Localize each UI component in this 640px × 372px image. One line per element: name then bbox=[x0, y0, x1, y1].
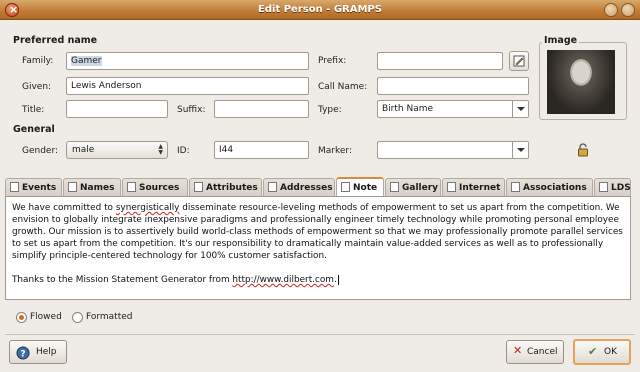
tab-lds[interactable]: LDS bbox=[594, 178, 631, 196]
gender-value: male bbox=[72, 145, 95, 155]
help-icon: ? bbox=[16, 346, 30, 363]
family-label: Family: bbox=[22, 56, 54, 66]
prefix-input[interactable] bbox=[377, 52, 503, 70]
tab-label: LDS bbox=[611, 183, 631, 193]
title-bar: Edit Person - GRAMPS bbox=[0, 0, 640, 20]
tab-label: Associations bbox=[523, 183, 587, 193]
edit-name-button[interactable] bbox=[509, 51, 529, 71]
tab-names[interactable]: Names bbox=[63, 178, 121, 196]
chevron-down-icon bbox=[512, 142, 528, 158]
addresses-icon bbox=[268, 182, 277, 192]
person-photo[interactable] bbox=[547, 50, 615, 114]
updown-icon: ▲ ▼ bbox=[158, 143, 163, 156]
note-paragraph: Thanks to the Mission Statement Generato… bbox=[12, 274, 624, 286]
type-value: Birth Name bbox=[382, 104, 434, 114]
suffix-input[interactable] bbox=[214, 100, 309, 118]
note-text: We have committed to bbox=[12, 203, 116, 213]
edit-name-icon bbox=[513, 55, 525, 67]
tab-label: Internet bbox=[459, 183, 501, 193]
chevron-down-icon bbox=[512, 101, 528, 117]
type-combo[interactable]: Birth Name bbox=[377, 100, 529, 118]
lock-icon bbox=[578, 143, 588, 157]
tab-internet[interactable]: Internet bbox=[442, 178, 505, 196]
flowed-radio[interactable] bbox=[16, 312, 27, 323]
tab-attributes[interactable]: Attributes bbox=[189, 178, 262, 196]
image-heading: Image bbox=[542, 35, 580, 46]
tab-addresses[interactable]: Addresses bbox=[263, 178, 335, 196]
given-input[interactable]: Lewis Anderson bbox=[66, 77, 309, 95]
note-url: http://www.dilbert.com bbox=[232, 275, 334, 285]
gender-label: Gender: bbox=[22, 146, 59, 156]
names-icon bbox=[68, 182, 77, 192]
id-input[interactable]: I44 bbox=[214, 141, 309, 159]
tab-events[interactable]: Events bbox=[5, 178, 62, 196]
notebook-tabs: Events Names Sources Attributes Addresse… bbox=[5, 177, 636, 197]
note-misspelled-word: synergistically bbox=[115, 203, 180, 213]
tab-associations[interactable]: Associations bbox=[506, 178, 593, 196]
ok-button[interactable]: ✔ OK bbox=[573, 339, 631, 365]
tab-label: Attributes bbox=[206, 183, 258, 193]
formatted-radio[interactable] bbox=[72, 312, 83, 323]
tab-label: Addresses bbox=[280, 183, 333, 193]
tab-sources[interactable]: Sources bbox=[122, 178, 188, 196]
family-value: Gamer bbox=[71, 56, 102, 66]
ok-icon: ✔ bbox=[588, 345, 598, 358]
window-maximize-button[interactable] bbox=[621, 3, 635, 17]
text-cursor: ​ bbox=[337, 275, 339, 285]
call-name-label: Call Name: bbox=[318, 82, 368, 92]
formatted-label: Formatted bbox=[86, 312, 133, 322]
prefix-label: Prefix: bbox=[318, 56, 347, 66]
events-icon bbox=[10, 182, 19, 192]
title-label: Title: bbox=[22, 105, 45, 115]
tab-label: Note bbox=[353, 183, 378, 193]
window-title: Edit Person - GRAMPS bbox=[258, 4, 382, 15]
family-input[interactable]: Gamer bbox=[66, 52, 309, 70]
privacy-lock-button[interactable] bbox=[577, 143, 589, 160]
gallery-icon bbox=[390, 182, 399, 192]
help-label: Help bbox=[36, 347, 57, 357]
note-paragraph: We have committed to synergistically dis… bbox=[12, 202, 624, 262]
sources-icon bbox=[127, 182, 136, 192]
tab-gallery[interactable]: Gallery bbox=[385, 178, 441, 196]
tab-label: Events bbox=[22, 183, 57, 193]
lds-icon bbox=[599, 182, 608, 192]
tab-label: Names bbox=[80, 183, 115, 193]
note-text-area[interactable]: We have committed to synergistically dis… bbox=[5, 196, 631, 300]
flowed-label: Flowed bbox=[30, 312, 62, 322]
tab-note[interactable]: Note bbox=[336, 177, 384, 197]
attributes-icon bbox=[194, 182, 203, 192]
preferred-name-heading: Preferred name bbox=[13, 35, 98, 46]
general-heading: General bbox=[13, 124, 55, 135]
ok-label: OK bbox=[604, 347, 617, 357]
cancel-button[interactable]: ✕ Cancel bbox=[506, 340, 564, 364]
internet-icon bbox=[447, 182, 456, 192]
id-label: ID: bbox=[177, 146, 190, 156]
cancel-icon: ✕ bbox=[513, 344, 523, 357]
tab-label: Gallery bbox=[402, 183, 439, 193]
help-button[interactable]: ? Help bbox=[9, 340, 67, 364]
separator bbox=[5, 334, 635, 335]
note-icon bbox=[341, 182, 350, 192]
suffix-label: Suffix: bbox=[177, 105, 206, 115]
tab-label: Sources bbox=[139, 183, 180, 193]
type-label: Type: bbox=[318, 105, 342, 115]
note-text: . bbox=[333, 275, 337, 285]
marker-label: Marker: bbox=[318, 146, 352, 156]
given-label: Given: bbox=[22, 82, 52, 92]
window-minimize-button[interactable] bbox=[604, 3, 618, 17]
title-input[interactable] bbox=[66, 100, 168, 118]
marker-combo[interactable] bbox=[377, 141, 529, 159]
gender-select[interactable]: male ▲ ▼ bbox=[66, 141, 168, 159]
note-text: Thanks to the Mission Statement Generato… bbox=[12, 275, 233, 285]
call-name-input[interactable] bbox=[377, 77, 529, 95]
associations-icon bbox=[511, 182, 520, 192]
svg-text:?: ? bbox=[20, 350, 25, 360]
cancel-label: Cancel bbox=[527, 347, 558, 357]
